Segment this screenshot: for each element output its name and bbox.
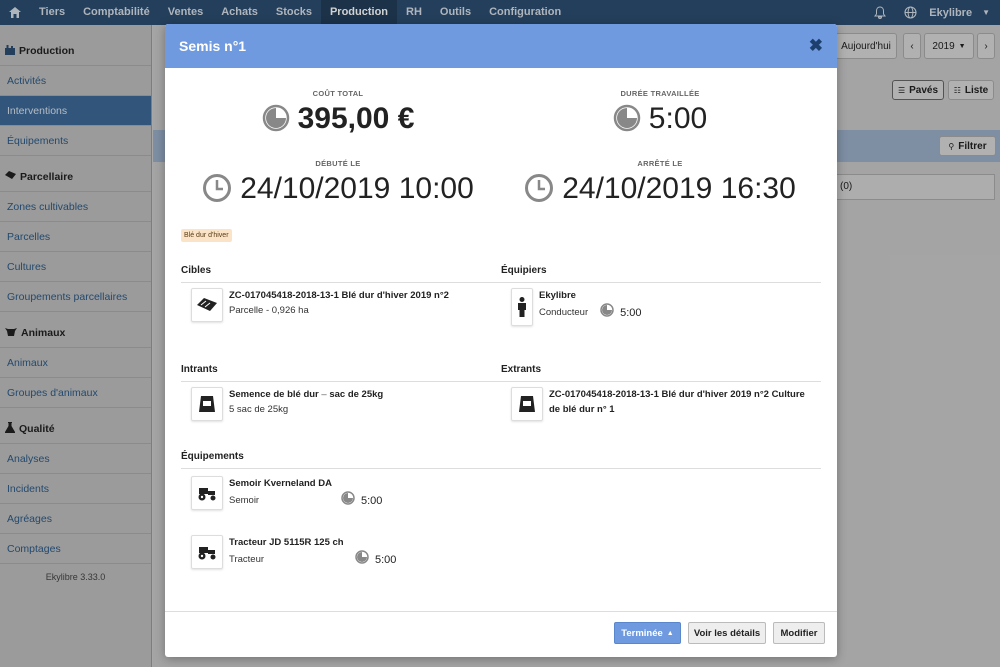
modal-header: Semis n°1 ✖ — [165, 24, 837, 68]
input-name: Semence de blé dur — [229, 389, 319, 400]
started-stat: Débuté le 24/10/2019 10:00 — [183, 159, 493, 206]
outputs-title: Extrants — [501, 364, 542, 375]
modal-title: Semis n°1 — [179, 38, 247, 54]
targets-title: Cibles — [181, 265, 212, 276]
input-name-suffix: sac de 25kg — [329, 389, 384, 400]
equipment-item[interactable]: Tracteur JD 5115R 125 ch Tracteur 5:00 — [191, 535, 396, 569]
crop-tag: Blé dur d'hiver — [181, 229, 232, 242]
target-name: ZC-017045418-2018-13-1 Blé dur d'hiver 2… — [229, 290, 449, 301]
output-name-line1: ZC-017045418-2018-13-1 Blé dur d'hiver 2… — [549, 389, 805, 400]
caret-up-icon: ▲ — [666, 629, 674, 637]
parcel-icon — [191, 288, 223, 322]
seed-bag-icon — [191, 387, 223, 421]
doer-item[interactable]: Ekylibre Conducteur 5:00 — [511, 288, 642, 326]
close-icon[interactable]: ✖ — [809, 36, 823, 56]
pie-clock-icon — [613, 104, 641, 135]
pie-clock-icon — [341, 491, 355, 510]
section-divider — [181, 468, 821, 469]
stopped-label: Arrêté le — [637, 159, 683, 168]
equipments-title: Équipements — [181, 451, 244, 462]
equipment-type: Semoir — [229, 494, 260, 506]
equipment-duration: 5:00 — [361, 494, 383, 507]
seed-bag-icon — [511, 387, 543, 421]
tractor-icon — [191, 476, 223, 510]
edit-button[interactable]: Modifier — [773, 622, 825, 644]
input-quantity: 5 sac de 25kg — [229, 404, 289, 415]
output-name-line2: de blé dur n° 1 — [549, 404, 615, 415]
tractor-icon — [191, 535, 223, 569]
started-value: 24/10/2019 10:00 — [240, 172, 474, 205]
target-detail: Parcelle - 0,926 ha — [229, 305, 309, 316]
stopped-value: 24/10/2019 16:30 — [562, 172, 796, 205]
section-divider — [181, 381, 501, 382]
duration-stat: Durée travaillée 5:00 — [575, 89, 745, 136]
started-label: Débuté le — [315, 159, 361, 168]
equipment-type: Tracteur — [229, 553, 265, 565]
doer-name: Ekylibre — [539, 290, 576, 301]
target-item[interactable]: ZC-017045418-2018-13-1 Blé dur d'hiver 2… — [191, 288, 449, 322]
clock-icon — [202, 173, 232, 206]
pie-clock-icon — [600, 303, 614, 322]
equipment-name: Semoir Kverneland DA — [229, 478, 332, 489]
stopped-stat: Arrêté le 24/10/2019 16:30 — [510, 159, 810, 206]
section-divider — [501, 282, 821, 283]
doer-role: Conducteur — [539, 306, 589, 318]
cost-stat: Coût total 395,00 € — [253, 89, 423, 136]
doers-title: Équipiers — [501, 265, 547, 276]
doer-duration: 5:00 — [620, 306, 642, 319]
input-item[interactable]: Semence de blé dur – sac de 25kg 5 sac d… — [191, 387, 383, 421]
modal-footer: Terminée ▲ Voir les détails Modifier — [165, 611, 837, 657]
pie-clock-icon — [355, 550, 369, 569]
pie-clock-icon — [262, 104, 290, 135]
view-details-button[interactable]: Voir les détails — [688, 622, 766, 644]
cost-label: Coût total — [312, 89, 364, 98]
duration-value: 5:00 — [648, 102, 708, 135]
intervention-modal: Semis n°1 ✖ Coût total 395,00 € Durée tr… — [165, 24, 837, 657]
section-divider — [181, 282, 501, 283]
output-item[interactable]: ZC-017045418-2018-13-1 Blé dur d'hiver 2… — [511, 387, 805, 421]
section-divider — [501, 381, 821, 382]
person-icon — [511, 288, 533, 326]
clock-icon — [524, 173, 554, 206]
status-dropdown-button[interactable]: Terminée ▲ — [614, 622, 681, 644]
duration-label: Durée travaillée — [620, 89, 700, 98]
equipment-duration: 5:00 — [375, 553, 397, 566]
inputs-title: Intrants — [181, 364, 218, 375]
cost-value: 395,00 € — [297, 102, 415, 135]
equipment-name: Tracteur JD 5115R 125 ch — [229, 537, 344, 548]
equipment-item[interactable]: Semoir Kverneland DA Semoir 5:00 — [191, 476, 382, 510]
